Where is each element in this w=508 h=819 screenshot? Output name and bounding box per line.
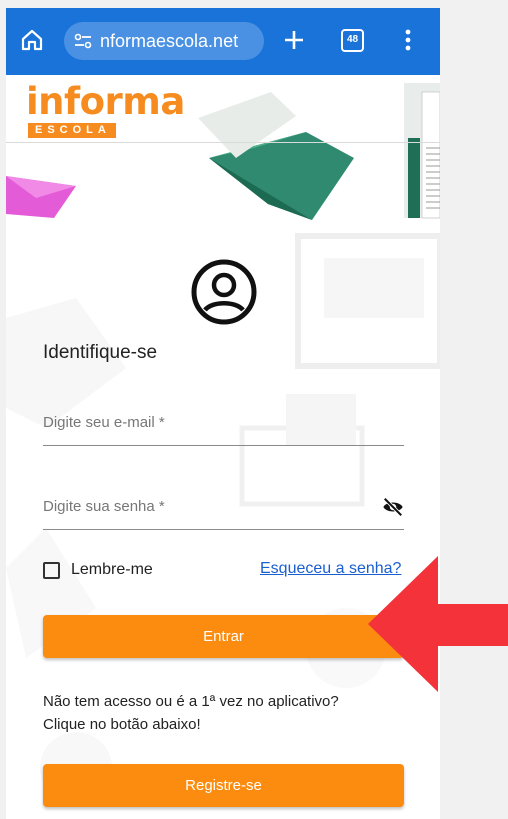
browser-toolbar: nformaescola.net 48 — [6, 8, 440, 75]
email-placeholder: Digite seu e-mail * — [43, 414, 165, 431]
form-title: Identifique-se — [43, 342, 158, 363]
register-info: Não tem acesso ou é a 1ª vez no aplicati… — [43, 690, 423, 736]
eye-off-icon[interactable] — [382, 496, 404, 518]
register-button[interactable]: Registre-se — [43, 764, 404, 807]
logo-wordmark: informa — [26, 80, 185, 123]
phone-screen: nformaescola.net 48 informa ESCOLA Ident… — [6, 8, 440, 819]
site-settings-icon[interactable] — [74, 33, 92, 49]
password-field[interactable]: Digite sua senha * — [43, 490, 404, 530]
address-bar[interactable]: nformaescola.net — [64, 22, 264, 60]
url-text: nformaescola.net — [100, 31, 239, 51]
new-tab-icon[interactable] — [282, 28, 306, 52]
login-button[interactable]: Entrar — [43, 615, 404, 658]
tab-count: 48 — [346, 34, 359, 45]
home-icon[interactable] — [20, 28, 44, 52]
arrow-pointer-icon — [368, 556, 508, 692]
more-options-icon[interactable] — [404, 28, 412, 52]
password-placeholder: Digite sua senha * — [43, 498, 165, 515]
remember-checkbox[interactable] — [43, 562, 60, 579]
tab-switcher-button[interactable]: 48 — [341, 29, 364, 52]
site-logo[interactable]: informa ESCOLA — [26, 80, 196, 142]
remember-label: Lembre-me — [71, 561, 153, 578]
register-info-line1: Não tem acesso ou é a 1ª vez no aplicati… — [43, 693, 339, 710]
header-divider — [6, 142, 440, 143]
logo-badge: ESCOLA — [28, 123, 116, 138]
account-circle-icon — [191, 259, 257, 325]
email-field[interactable]: Digite seu e-mail * — [43, 406, 404, 446]
register-info-line2: Clique no botão abaixo! — [43, 716, 201, 733]
